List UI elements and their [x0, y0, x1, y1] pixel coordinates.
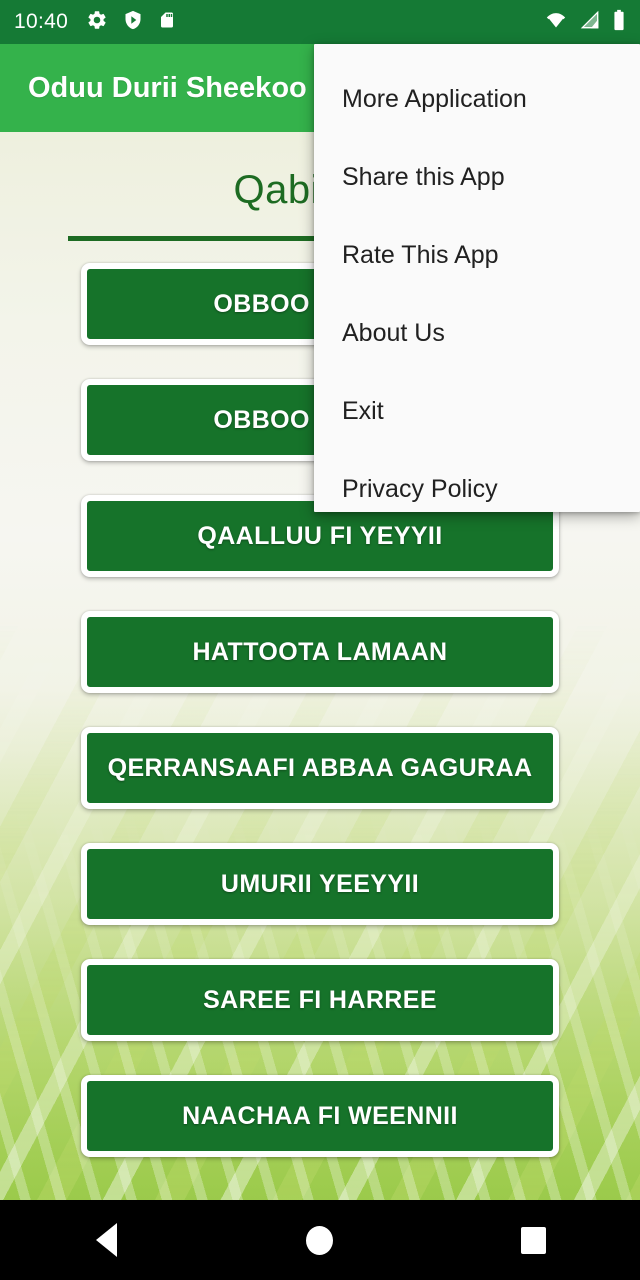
- overflow-menu-item[interactable]: Rate This App: [314, 216, 640, 294]
- home-button[interactable]: [260, 1200, 380, 1280]
- overflow-menu-item[interactable]: Exit: [314, 372, 640, 450]
- signal-icon: [579, 10, 601, 35]
- story-button-label: QERRANSAAFI ABBAA GAGURAA: [107, 753, 533, 782]
- circle-icon: [306, 1225, 334, 1255]
- status-bar: 10:40: [0, 0, 640, 44]
- play-protect-icon: [123, 9, 143, 36]
- back-button[interactable]: [47, 1200, 167, 1280]
- story-button[interactable]: NAACHAA FI WEENNII: [81, 1075, 559, 1157]
- overflow-menu-item[interactable]: Share this App: [314, 138, 640, 216]
- story-button-label: NAACHAA FI WEENNII: [182, 1101, 458, 1130]
- gear-icon: [86, 9, 108, 36]
- overflow-menu-item[interactable]: Privacy Policy: [314, 450, 640, 528]
- status-bar-system-icons: [544, 9, 626, 36]
- battery-icon: [612, 9, 626, 36]
- triangle-left-icon: [96, 1223, 118, 1257]
- phone-screen: 10:40 Oduu Durii Sheekoo OBBOO OBBOO QAA…: [0, 0, 640, 1280]
- story-button[interactable]: UMURII YEEYYII: [81, 843, 559, 925]
- app-bar-title: Oduu Durii Sheekoo: [28, 71, 307, 104]
- overflow-menu-item[interactable]: More Application: [314, 60, 640, 138]
- square-icon: [520, 1226, 546, 1254]
- story-button[interactable]: HATTOOTA LAMAAN: [81, 611, 559, 693]
- overflow-menu[interactable]: More Application Share this App Rate This …: [314, 44, 640, 512]
- overflow-menu-item[interactable]: About Us: [314, 294, 640, 372]
- story-button[interactable]: QERRANSAAFI ABBAA GAGURAA: [81, 727, 559, 809]
- story-button-label: UMURII YEEYYII: [220, 869, 420, 898]
- story-button[interactable]: SAREE FI HARREE: [81, 959, 559, 1041]
- status-bar-clock: 10:40: [14, 10, 69, 33]
- story-button-label: SAREE FI HARREE: [203, 985, 437, 1014]
- status-bar-notification-icons: [86, 9, 176, 36]
- wifi-icon: [544, 10, 568, 35]
- story-button-label: HATTOOTA LAMAAN: [192, 637, 448, 666]
- sd-card-icon: [158, 9, 176, 36]
- recents-button[interactable]: [473, 1200, 593, 1280]
- android-navigation-bar: [0, 1200, 640, 1280]
